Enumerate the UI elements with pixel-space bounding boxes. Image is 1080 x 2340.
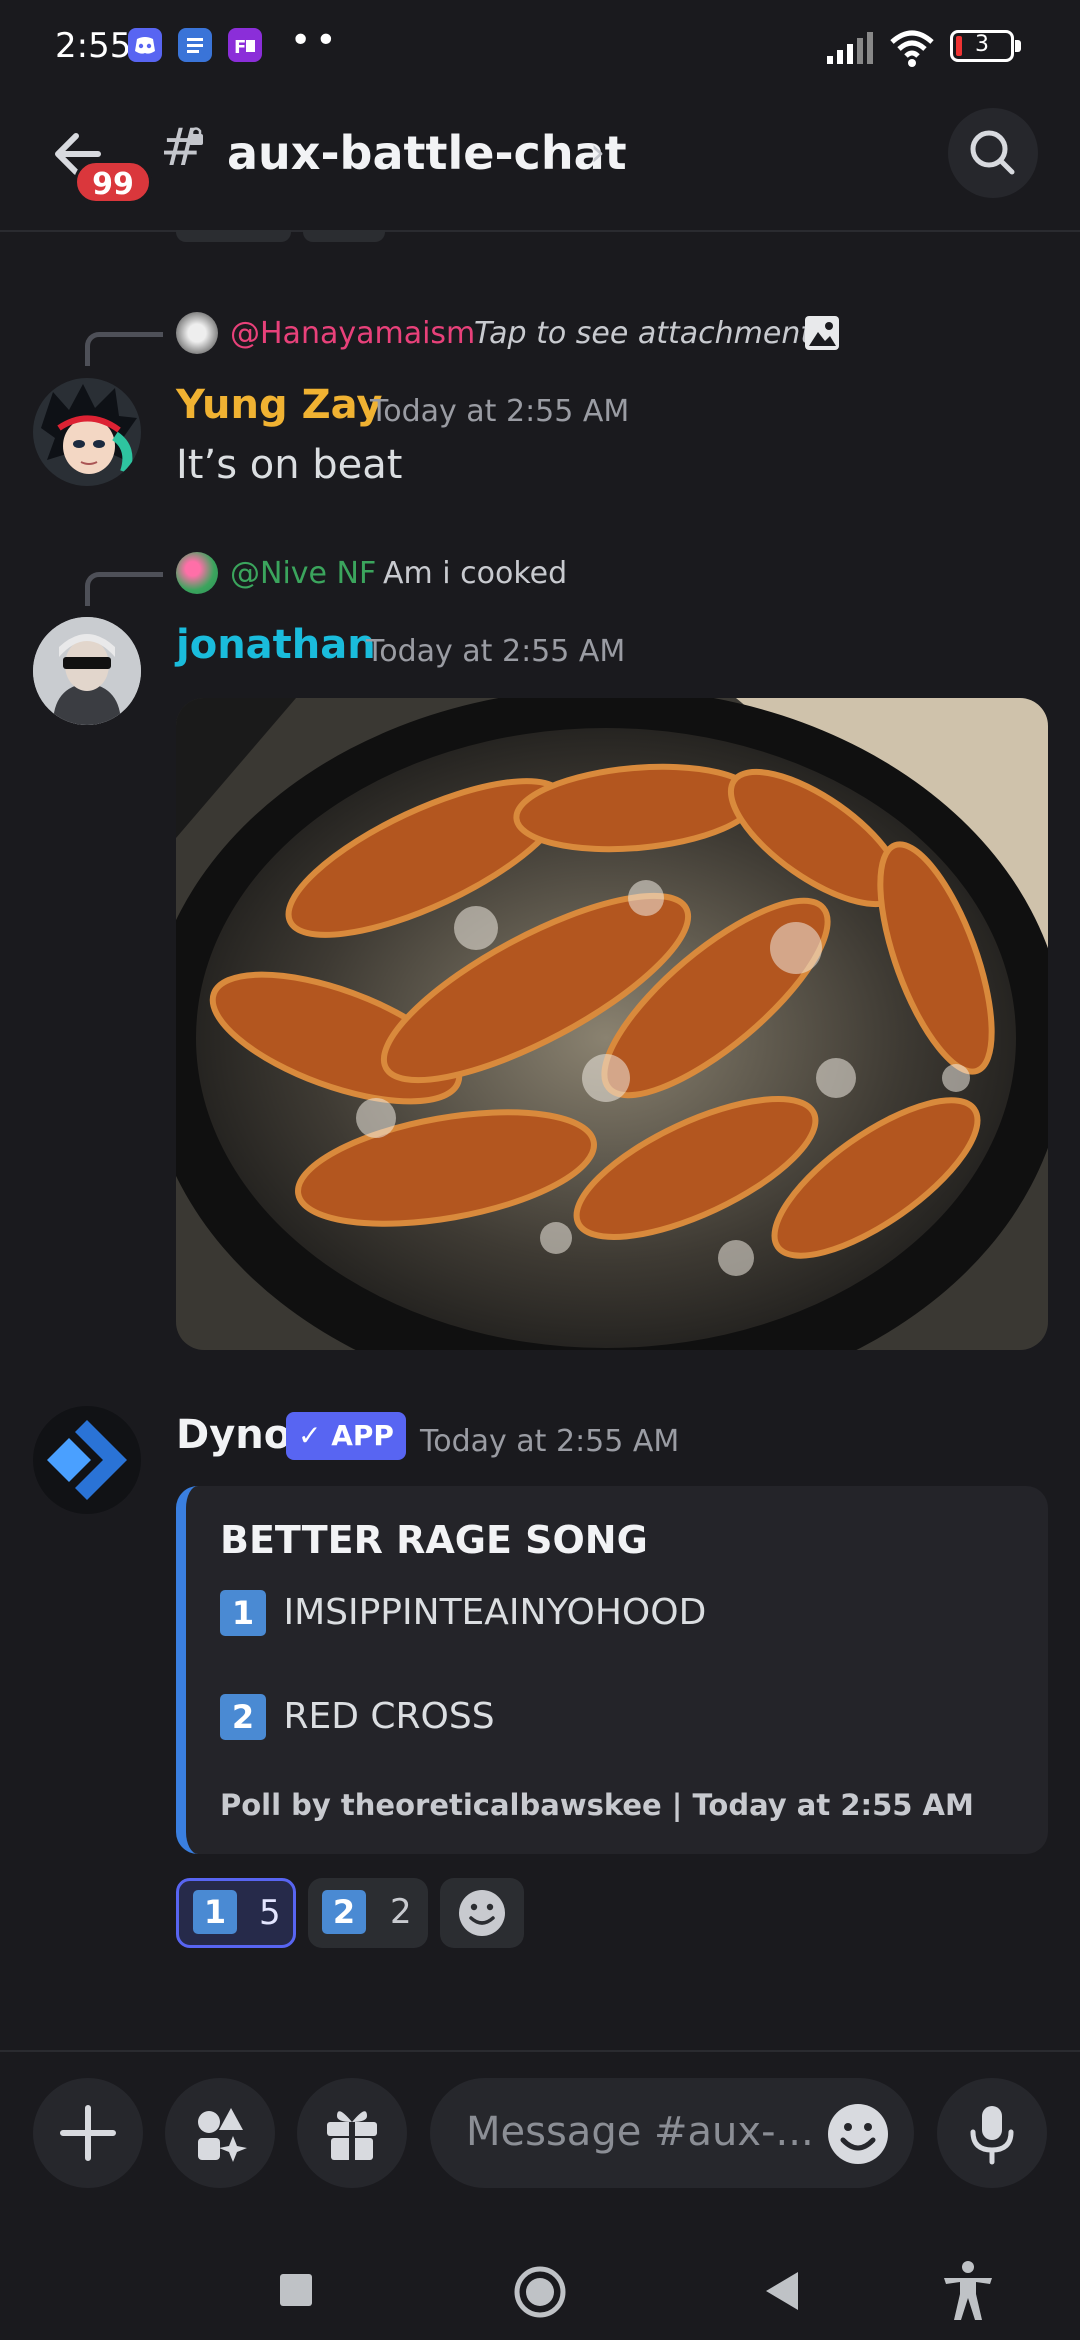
microphone-icon bbox=[970, 2106, 1014, 2165]
smiley-icon bbox=[459, 1890, 505, 1936]
previous-reaction[interactable] bbox=[176, 230, 291, 242]
search-button[interactable] bbox=[948, 108, 1038, 198]
embed-footer: Poll by theoreticalbawskee | Today at 2:… bbox=[220, 1788, 974, 1822]
avatar[interactable] bbox=[33, 1406, 141, 1514]
back-nav-icon[interactable] bbox=[762, 2270, 802, 2312]
emoji-icon[interactable] bbox=[826, 2102, 890, 2166]
unread-badge: 99 bbox=[74, 160, 152, 204]
poll-option-1: 1 IMSIPPINTEAINYOHOOD bbox=[220, 1590, 706, 1636]
reply-avatar bbox=[176, 552, 218, 594]
author-name[interactable]: Yung Zay bbox=[176, 382, 382, 428]
keycap-2-icon: 2 bbox=[220, 1694, 266, 1740]
chevron-right-icon[interactable]: › bbox=[590, 130, 605, 174]
reply-connector bbox=[85, 332, 163, 366]
reply-avatar bbox=[176, 312, 218, 354]
reaction-count: 2 bbox=[390, 1892, 412, 1932]
dyno-logo-icon bbox=[47, 1420, 127, 1500]
keycap-2-icon: 2 bbox=[322, 1890, 366, 1934]
avatar[interactable] bbox=[33, 378, 141, 486]
author-name[interactable]: jonathan bbox=[176, 622, 376, 668]
embed-title: BETTER RAGE SONG bbox=[220, 1518, 648, 1562]
gift-button[interactable] bbox=[297, 2078, 407, 2188]
message-timestamp: Today at 2:55 AM bbox=[366, 634, 626, 669]
search-icon bbox=[970, 130, 1015, 175]
status-bar: 2:55 F •• 3 bbox=[0, 0, 1080, 90]
poll-embed: BETTER RAGE SONG 1 IMSIPPINTEAINYOHOOD 2… bbox=[176, 1486, 1048, 1854]
notes-app-icon bbox=[178, 28, 212, 62]
app-badge-label: APP bbox=[331, 1419, 394, 1452]
battery-level: 3 bbox=[975, 32, 989, 57]
apps-shapes-icon bbox=[198, 2108, 247, 2162]
avatar[interactable] bbox=[33, 617, 141, 725]
reply-mention[interactable]: @Hanayamaism bbox=[230, 316, 475, 351]
keycap-1-icon: 1 bbox=[193, 1890, 237, 1934]
check-icon: ✓ bbox=[298, 1419, 332, 1452]
reply-preview-text[interactable]: Am i cooked bbox=[383, 556, 567, 591]
poll-option-label: IMSIPPINTEAINYOHOOD bbox=[283, 1592, 707, 1633]
reaction-keycap-1[interactable]: 1 5 bbox=[176, 1878, 296, 1948]
accessibility-icon[interactable] bbox=[940, 2260, 996, 2322]
gift-icon bbox=[327, 2111, 377, 2160]
channel-title[interactable]: aux-battle-chat bbox=[227, 126, 627, 180]
wifi-icon bbox=[890, 30, 934, 67]
reply-connector bbox=[85, 572, 163, 606]
message-composer: Message #aux-... bbox=[0, 2050, 1080, 2240]
message-timestamp: Today at 2:55 AM bbox=[370, 394, 630, 429]
message-timestamp: Today at 2:55 AM bbox=[420, 1424, 680, 1459]
status-time: 2:55 bbox=[55, 26, 132, 66]
fried-chicken-pan-image bbox=[176, 698, 1048, 1350]
app-badge: ✓ APP bbox=[286, 1412, 406, 1460]
previous-reaction[interactable] bbox=[303, 230, 385, 242]
image-attachment-icon bbox=[805, 316, 839, 350]
reaction-keycap-2[interactable]: 2 2 bbox=[308, 1878, 428, 1948]
more-notifications-icon: •• bbox=[290, 20, 341, 61]
poll-option-2: 2 RED CROSS bbox=[220, 1694, 495, 1740]
recent-apps-icon[interactable] bbox=[278, 2272, 314, 2308]
system-nav-bar bbox=[0, 2240, 1080, 2340]
keycap-1-icon: 1 bbox=[220, 1590, 266, 1636]
home-icon[interactable] bbox=[512, 2264, 568, 2320]
signal-icon bbox=[827, 32, 873, 64]
message-text: It’s on beat bbox=[176, 442, 403, 488]
author-name[interactable]: Dyno bbox=[176, 1412, 291, 1458]
lock-icon bbox=[189, 127, 203, 145]
apps-button[interactable] bbox=[165, 2078, 275, 2188]
voice-message-button[interactable] bbox=[937, 2078, 1047, 2188]
battery-icon: 3 bbox=[950, 30, 1021, 62]
plus-icon bbox=[60, 2105, 116, 2161]
discord-app-icon bbox=[128, 28, 162, 62]
image-attachment[interactable] bbox=[176, 698, 1048, 1350]
message-input[interactable]: Message #aux-... bbox=[430, 2078, 914, 2188]
reaction-count: 5 bbox=[259, 1893, 281, 1933]
svg-text:F: F bbox=[234, 37, 246, 58]
channel-header: 99 # aux-battle-chat › bbox=[0, 90, 1080, 232]
poll-option-label: RED CROSS bbox=[283, 1696, 495, 1737]
attach-button[interactable] bbox=[33, 2078, 143, 2188]
reply-mention[interactable]: @Nive NF bbox=[230, 556, 376, 591]
message-input-placeholder: Message #aux-... bbox=[466, 2109, 814, 2155]
add-reaction-button[interactable] bbox=[440, 1878, 524, 1948]
shop-app-icon: F bbox=[228, 28, 262, 62]
reply-preview-text[interactable]: Tap to see attachment bbox=[474, 316, 812, 351]
